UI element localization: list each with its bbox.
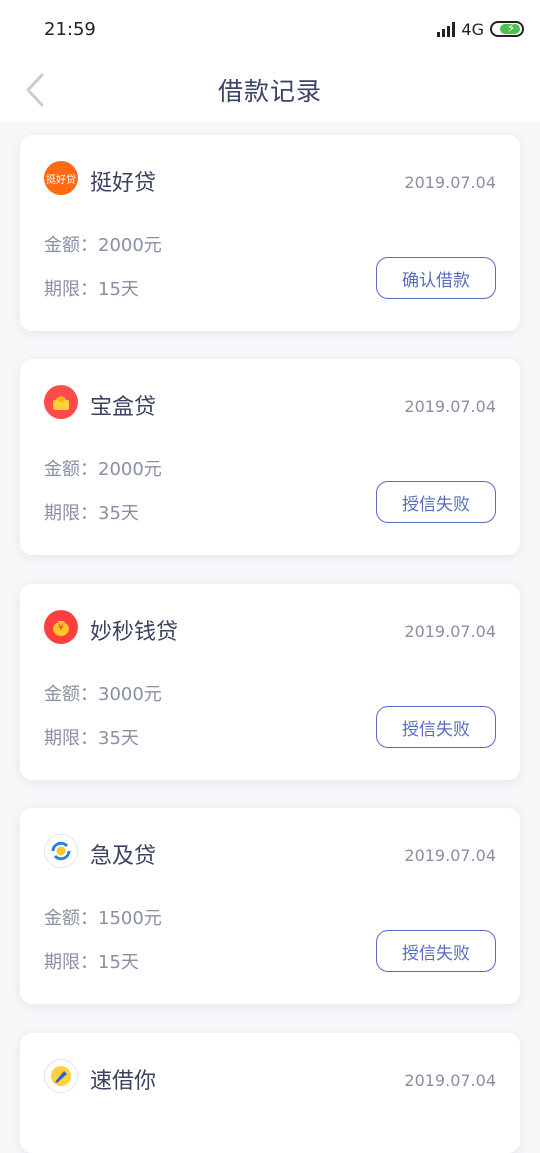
lender-name: 妙秒钱贷 bbox=[90, 620, 179, 645]
network-type: 4G bbox=[461, 19, 484, 39]
record-date: 2019.07.04 bbox=[404, 1071, 496, 1090]
lender-name: 急及贷 bbox=[90, 844, 157, 869]
refresh-logo-icon bbox=[44, 834, 78, 868]
lender-name: 宝盒贷 bbox=[90, 395, 157, 420]
loan-term: 期限：35天 bbox=[44, 728, 139, 749]
record-date: 2019.07.04 bbox=[404, 846, 496, 865]
loan-amount: 金额：2000元 bbox=[44, 235, 162, 256]
loan-record-card: 急及贷 2019.07.04 金额：1500元 期限：15天 授信失败 bbox=[20, 808, 520, 1004]
lender-name: 速借你 bbox=[90, 1069, 157, 1094]
record-date: 2019.07.04 bbox=[404, 622, 496, 641]
credit-failed-button[interactable]: 授信失败 bbox=[376, 481, 496, 523]
confirm-loan-button[interactable]: 确认借款 bbox=[376, 257, 496, 299]
signal-icon bbox=[437, 21, 456, 37]
treasure-box-logo-icon bbox=[44, 385, 78, 419]
loan-term: 期限：35天 bbox=[44, 503, 139, 524]
status-time: 21:59 bbox=[44, 19, 96, 40]
loan-amount: 金额：1500元 bbox=[44, 908, 162, 929]
record-date: 2019.07.04 bbox=[404, 173, 496, 192]
money-bag-logo-icon: ¥ bbox=[44, 610, 78, 644]
nav-bar: 借款记录 bbox=[0, 58, 540, 122]
lender-logo-text: 挺好贷 bbox=[46, 174, 76, 186]
money-bag-logo-text: ¥ bbox=[58, 623, 64, 633]
loan-record-card: 挺好贷 挺好贷 2019.07.04 金额：2000元 期限：15天 确认借款 bbox=[20, 135, 520, 331]
lender-logo-icon: 挺好贷 bbox=[44, 161, 78, 195]
loan-record-card: 宝盒贷 2019.07.04 金额：2000元 期限：35天 授信失败 bbox=[20, 359, 520, 555]
loan-record-card: ¥ 妙秒钱贷 2019.07.04 金额：3000元 期限：35天 授信失败 bbox=[20, 584, 520, 780]
rocket-logo-icon bbox=[44, 1059, 78, 1093]
credit-failed-button[interactable]: 授信失败 bbox=[376, 706, 496, 748]
loan-amount: 金额：2000元 bbox=[44, 459, 162, 480]
status-bar: 21:59 4G ⚡ bbox=[0, 0, 540, 58]
battery-icon: ⚡ bbox=[490, 21, 524, 37]
lender-name: 挺好贷 bbox=[90, 171, 157, 196]
loan-term: 期限：15天 bbox=[44, 279, 139, 300]
loan-amount: 金额：3000元 bbox=[44, 684, 162, 705]
credit-failed-button[interactable]: 授信失败 bbox=[376, 930, 496, 972]
status-icons: 4G ⚡ bbox=[437, 18, 524, 40]
page-title: 借款记录 bbox=[217, 77, 322, 106]
loan-term: 期限：15天 bbox=[44, 952, 139, 973]
loan-record-card: 速借你 2019.07.04 bbox=[20, 1033, 520, 1153]
record-date: 2019.07.04 bbox=[404, 397, 496, 416]
